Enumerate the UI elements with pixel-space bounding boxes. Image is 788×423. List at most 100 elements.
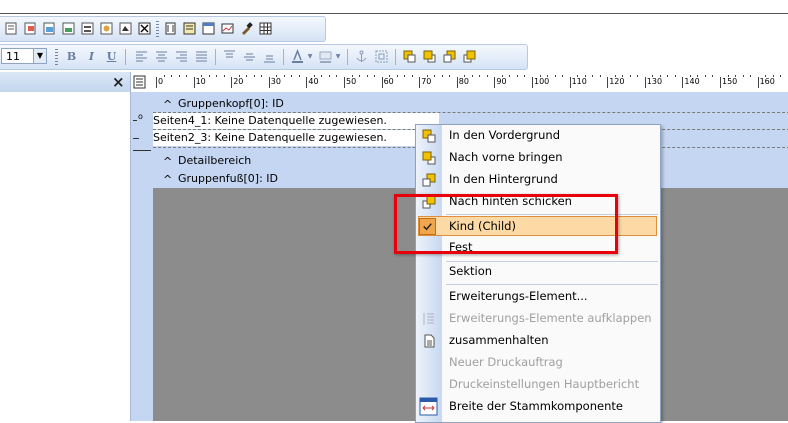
collapse-caret-icon[interactable]: ^ (163, 97, 172, 113)
ruler-major-tick (757, 77, 759, 88)
menu-item-bring-to-front[interactable]: In den Vordergrund (416, 125, 660, 147)
ruler-minor-tick (659, 75, 661, 77)
chart-tool-icon[interactable] (219, 20, 236, 37)
menu-item-keep-together[interactable]: zusammenhalten (416, 330, 660, 352)
valign-top-icon[interactable] (221, 48, 238, 65)
crosstab-tool-icon[interactable] (200, 20, 217, 37)
ruler-minor-tick (246, 75, 248, 77)
ruler-label: 90 (496, 77, 507, 86)
ruler-minor-tick (186, 75, 188, 77)
rich-text-tool-icon[interactable] (60, 20, 77, 37)
ruler-minor-tick (727, 75, 729, 77)
ruler-major-tick (682, 77, 684, 88)
memo-tool-icon[interactable] (41, 20, 58, 37)
ruler-minor-tick (171, 75, 173, 77)
menu-item-new-print-job[interactable]: Neuer Druckauftrag (416, 352, 660, 374)
group-footer-label: Gruppenfuß[0]: ID (178, 172, 278, 185)
menu-item-print-settings-main-report[interactable]: Druckeinstellungen Hauptbericht (416, 374, 660, 396)
ruler-label: 40 (308, 77, 319, 86)
subreport-tool-icon[interactable] (162, 20, 179, 37)
justify-icon[interactable] (193, 48, 210, 65)
send-to-back-icon[interactable] (441, 48, 458, 65)
align-left-icon[interactable] (133, 48, 150, 65)
ruler-minor-tick (509, 75, 511, 77)
menu-item-label: Nach vorne bringen (449, 150, 563, 164)
detail-label: Detailbereich (178, 154, 252, 167)
ruler-minor-tick (464, 75, 466, 77)
send-backward-icon[interactable] (461, 48, 478, 65)
ruler-minor-tick (772, 75, 774, 77)
underline-button[interactable]: U (103, 48, 120, 65)
region-tool-icon[interactable] (181, 20, 198, 37)
highlight-color-icon[interactable] (317, 48, 334, 65)
ruler-minor-tick (516, 75, 518, 77)
db-memo-tool-icon[interactable] (117, 20, 134, 37)
menu-separator (446, 284, 658, 285)
ruler-corner-icon[interactable] (133, 75, 147, 89)
label-tool-icon[interactable] (3, 20, 20, 37)
ruler-label: 140 (684, 77, 700, 86)
menu-item-bring-forward[interactable]: Nach vorne bringen (416, 147, 660, 169)
menu-item-send-to-back[interactable]: In den Hintergrund (416, 169, 660, 191)
ruler-minor-tick (765, 75, 767, 77)
ruler-minor-tick (712, 75, 714, 77)
ruler-minor-tick (547, 75, 549, 77)
report-row-1[interactable]: Seiten4_1: Keine Datenquelle zugewiesen. (153, 113, 439, 129)
ruler-major-tick (156, 77, 157, 88)
menu-item-expand-extension-elements[interactable]: Erweiterungs-Elemente aufklappen (416, 308, 660, 330)
ruler-minor-tick (599, 75, 601, 77)
menu-item-extension-element[interactable]: Erweiterungs-Element... (416, 286, 660, 308)
chevron-down-icon[interactable]: ▼ (33, 49, 46, 63)
align-center-icon[interactable] (153, 48, 170, 65)
ruler-minor-tick (697, 75, 699, 77)
collapse-caret-icon[interactable]: ^ (163, 172, 172, 188)
bring-forward-icon[interactable] (421, 48, 438, 65)
collapse-caret-icon[interactable]: ^ (163, 154, 172, 170)
toolbar-grip[interactable] (156, 21, 159, 37)
toolbar-separator (347, 49, 348, 65)
ruler-minor-tick (163, 75, 165, 77)
valign-middle-icon[interactable] (241, 48, 258, 65)
valign-bottom-icon[interactable] (261, 48, 278, 65)
db-image-tool-icon[interactable] (98, 20, 115, 37)
ruler-minor-tick (208, 75, 210, 77)
paint-tool-icon[interactable] (238, 20, 255, 37)
ruler-minor-tick (366, 75, 368, 77)
chevron-down-icon[interactable]: ▼ (334, 48, 342, 65)
ruler-minor-tick (449, 75, 451, 77)
italic-button[interactable]: I (83, 48, 100, 65)
border-icon[interactable] (373, 48, 390, 65)
toolbar-separator (125, 49, 126, 65)
bold-button[interactable]: B (63, 48, 80, 65)
ruler-label: 130 (646, 77, 663, 86)
ruler-minor-tick (178, 75, 180, 77)
toolbar-grip-2[interactable] (55, 49, 58, 65)
ruler-major-tick (193, 77, 195, 88)
anchor-icon[interactable] (353, 48, 370, 65)
ruler-minor-tick (471, 75, 473, 77)
font-size-select[interactable]: 11 ▼ (1, 48, 47, 64)
font-color-icon[interactable] (289, 48, 306, 65)
parent-width-icon (419, 397, 438, 416)
ruler-minor-tick (592, 75, 594, 77)
menu-item-parent-width[interactable]: Breite der Stammkomponente (416, 396, 660, 418)
table-tool-icon[interactable] (257, 20, 274, 37)
ruler-minor-tick (554, 75, 556, 77)
ruler-major-tick (456, 77, 458, 88)
close-icon[interactable]: × (112, 73, 125, 91)
db-text-tool-icon[interactable] (79, 20, 96, 37)
menu-item-label: In den Hintergrund (449, 172, 558, 186)
ruler-minor-tick (261, 75, 263, 77)
text-field-tool-icon[interactable] (22, 20, 39, 37)
window-top-border (0, 13, 788, 14)
ruler-minor-tick (562, 75, 564, 77)
ruler-minor-tick (539, 75, 541, 77)
report-row-2[interactable]: Seiten2_3: Keine Datenquelle zugewiesen. (153, 130, 439, 146)
align-right-icon[interactable] (173, 48, 190, 65)
chevron-down-icon[interactable]: ▼ (306, 48, 314, 65)
close-box-tool-icon[interactable] (136, 20, 153, 37)
bring-to-front-icon[interactable] (401, 48, 418, 65)
ruler-minor-tick (389, 75, 391, 77)
menu-item-section[interactable]: Sektion (416, 261, 660, 283)
menu-item-label: Druckeinstellungen Hauptbericht (449, 377, 640, 391)
